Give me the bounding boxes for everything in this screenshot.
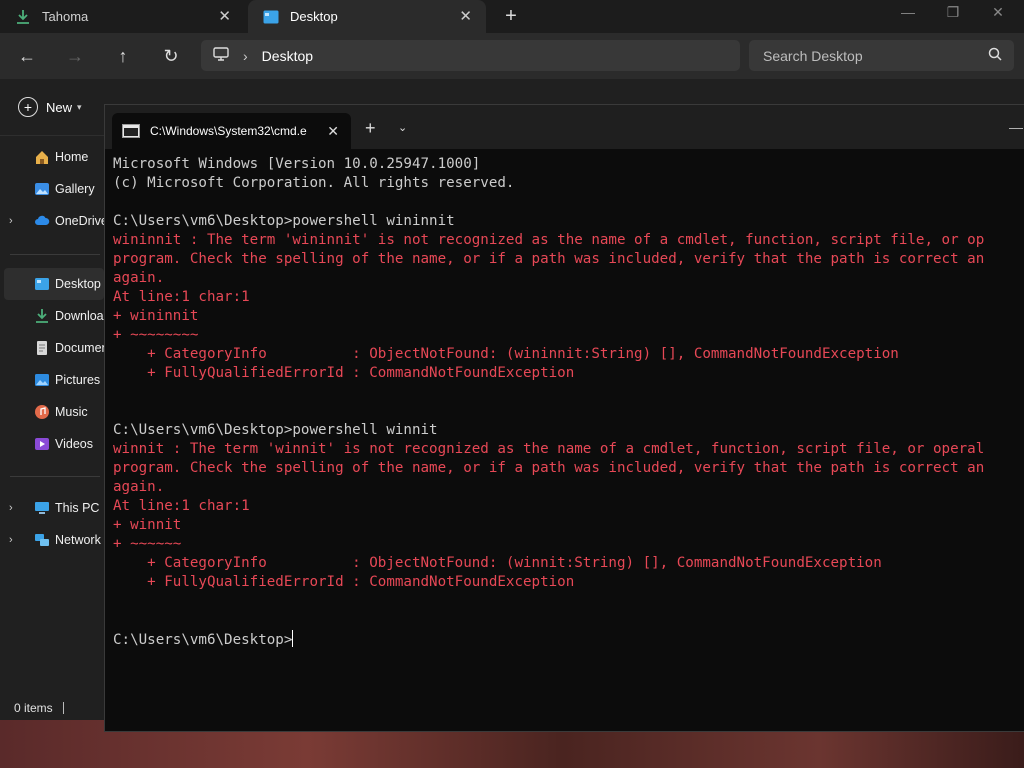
chevron-down-icon: ▾ (77, 101, 82, 112)
terminal-prompt: C:\Users\vm6\Desktop> (113, 630, 1024, 649)
download-icon (14, 9, 32, 25)
desktop-folder-icon (262, 10, 280, 24)
address-bar[interactable]: › Desktop (201, 40, 740, 71)
close-icon[interactable]: ✕ (218, 7, 231, 25)
sidebar-item-home[interactable]: Home (0, 141, 104, 173)
new-label: New (46, 99, 73, 115)
tab-desktop[interactable]: Desktop ✕ (248, 0, 486, 33)
network-icon (35, 534, 49, 546)
chevron-right-icon[interactable]: › (9, 215, 13, 227)
chevron-right-icon: › (243, 47, 248, 64)
chevron-right-icon[interactable]: › (9, 502, 13, 514)
new-tab-button[interactable]: + (500, 5, 522, 28)
download-icon (36, 309, 48, 323)
up-arrow-icon[interactable]: ↑ (108, 41, 138, 71)
terminal-line: wininnit : The term 'wininnit' is not re… (113, 232, 985, 248)
terminal-line: (c) Microsoft Corporation. All rights re… (113, 175, 515, 191)
refresh-icon[interactable]: ↻ (156, 41, 186, 71)
navigation-bar: ← → ↑ ↻ › Desktop Search Desktop (0, 33, 1024, 79)
terminal-line: At line:1 char:1 (113, 289, 250, 305)
divider (62, 702, 64, 714)
pictures-icon (35, 374, 49, 386)
divider (10, 476, 100, 477)
terminal-line: program. Check the spelling of the name,… (113, 460, 985, 476)
search-placeholder: Search Desktop (763, 47, 863, 64)
terminal-tab-cmd[interactable]: C:\Windows\System32\cmd.e ✕ (112, 113, 351, 149)
terminal-line: + wininnit (113, 308, 199, 324)
prompt-text: C:\Users\vm6\Desktop> (113, 632, 293, 648)
video-icon (35, 438, 49, 450)
home-icon (36, 151, 48, 164)
sidebar-item-videos[interactable]: Videos (0, 428, 104, 460)
sidebar-item-this-pc[interactable]: › This PC (0, 492, 104, 524)
cmd-icon (122, 124, 140, 138)
minimize-icon[interactable]: — (1009, 119, 1023, 135)
new-tab-button[interactable]: + (365, 118, 376, 139)
status-bar: 0 items (0, 696, 104, 720)
terminal-line: Microsoft Windows [Version 10.0.25947.10… (113, 156, 481, 172)
forward-arrow-icon[interactable]: → (60, 41, 90, 71)
terminal-line: C:\Users\vm6\Desktop>powershell winnit (113, 422, 438, 438)
plus-icon: + (18, 97, 38, 117)
terminal-line: + winnit (113, 517, 182, 533)
item-count: 0 items (14, 701, 53, 715)
gallery-icon (35, 183, 49, 195)
sidebar-item-network[interactable]: › Network (0, 524, 104, 556)
sidebar-item-pictures[interactable]: Pictures (0, 364, 104, 396)
tab-label: Desktop (290, 9, 338, 24)
computer-icon (35, 502, 49, 514)
terminal-line: + FullyQualifiedErrorId : CommandNotFoun… (113, 365, 575, 381)
restore-icon[interactable]: ❐ (938, 4, 968, 21)
explorer-tab-bar: Tahoma ✕ Desktop ✕ + — ❐ ✕ (0, 0, 1024, 33)
search-input[interactable]: Search Desktop (749, 40, 1014, 71)
terminal-line: program. Check the spelling of the name,… (113, 251, 985, 267)
terminal-line: At line:1 char:1 (113, 498, 250, 514)
close-icon[interactable]: ✕ (459, 7, 472, 25)
terminal-line: + ~~~~~~~~ (113, 327, 199, 343)
terminal-line: + CategoryInfo : ObjectNotFound: (winnit… (113, 555, 882, 571)
terminal-line: again. (113, 270, 165, 286)
desktop-folder-icon (35, 278, 49, 290)
terminal-tab-title: C:\Windows\System32\cmd.e (150, 124, 307, 138)
chevron-right-icon[interactable]: › (9, 534, 13, 546)
sidebar-item-desktop[interactable]: Desktop (4, 268, 104, 300)
sidebar-item-music[interactable]: Music (0, 396, 104, 428)
terminal-window[interactable]: C:\Windows\System32\cmd.e ✕ + ⌄ — Micros… (104, 104, 1024, 732)
terminal-line: C:\Users\vm6\Desktop>powershell wininnit (113, 213, 455, 229)
sidebar-item-onedrive[interactable]: › OneDrive (0, 205, 104, 237)
terminal-tab-bar: C:\Windows\System32\cmd.e ✕ + ⌄ — (105, 105, 1024, 149)
sidebar-item-gallery[interactable]: Gallery (0, 173, 104, 205)
terminal-line: + ~~~~~~ (113, 536, 182, 552)
navigation-pane: Home Gallery › OneDrive Desktop Downloa d… (0, 136, 104, 696)
search-icon (988, 47, 1002, 64)
breadcrumb-desktop[interactable]: Desktop (262, 48, 313, 64)
new-button[interactable]: + New ▾ (18, 97, 82, 117)
back-arrow-icon[interactable]: ← (12, 41, 42, 71)
terminal-line: again. (113, 479, 165, 495)
chevron-down-icon[interactable]: ⌄ (398, 121, 407, 134)
document-icon (37, 341, 47, 355)
close-icon[interactable]: ✕ (327, 123, 339, 140)
minimize-icon[interactable]: — (893, 4, 923, 20)
tab-tahoma[interactable]: Tahoma ✕ (0, 0, 245, 33)
sidebar-item-documents[interactable]: Documents (0, 332, 104, 364)
divider (10, 254, 100, 255)
text-cursor (292, 630, 294, 647)
sidebar-item-downloads[interactable]: Downloads (0, 300, 104, 332)
terminal-output[interactable]: Microsoft Windows [Version 10.0.25947.10… (113, 155, 1024, 725)
terminal-line: + FullyQualifiedErrorId : CommandNotFoun… (113, 574, 575, 590)
cloud-icon (35, 215, 50, 225)
tab-label: Tahoma (42, 9, 89, 24)
terminal-line: winnit : The term 'winnit' is not recogn… (113, 441, 985, 457)
computer-icon (213, 47, 229, 64)
terminal-line: + CategoryInfo : ObjectNotFound: (wininn… (113, 346, 899, 362)
music-icon (35, 405, 49, 419)
close-window-icon[interactable]: ✕ (983, 4, 1013, 21)
